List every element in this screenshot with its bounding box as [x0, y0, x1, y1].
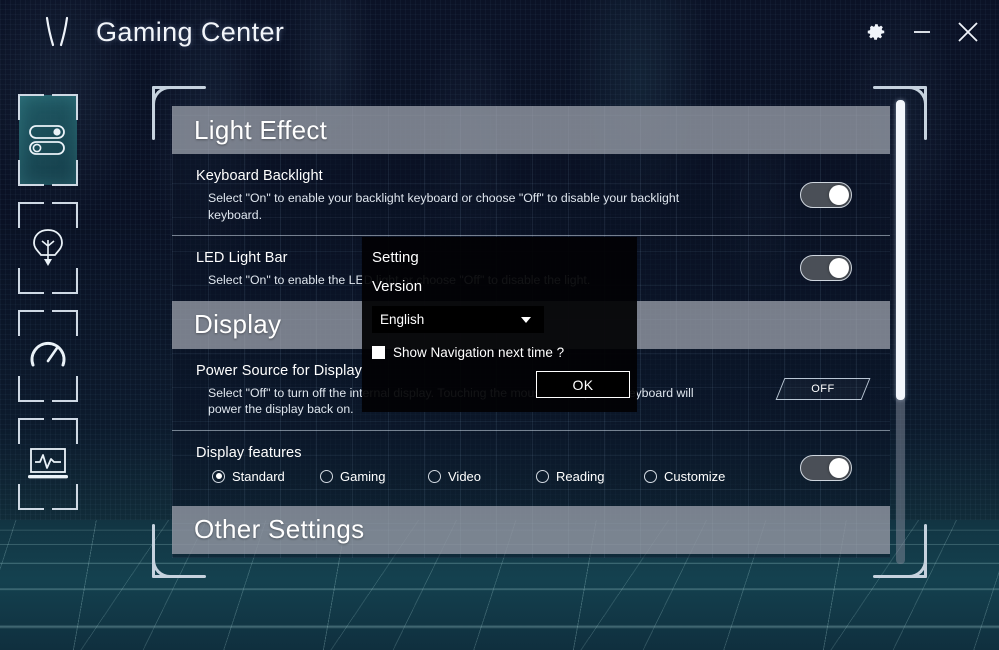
- gauge-icon: [27, 335, 69, 377]
- toggle-knob: [829, 258, 849, 279]
- row-display-features: Display features Standard Gaming Video R…: [172, 429, 890, 506]
- language-select[interactable]: English: [372, 306, 544, 333]
- bulb-icon: [29, 226, 67, 270]
- sidebar-item-monitor[interactable]: [14, 412, 82, 516]
- radio-option-reading[interactable]: Reading: [536, 469, 644, 484]
- toggles-icon: [27, 123, 69, 157]
- radio-button-icon: [428, 469, 441, 483]
- toggle-knob: [829, 184, 849, 205]
- ok-button-label: OK: [572, 376, 594, 393]
- radio-button-icon: [536, 469, 549, 483]
- radio-button-icon: [644, 469, 657, 483]
- radio-option-standard[interactable]: Standard: [212, 469, 320, 484]
- scrollbar-thumb[interactable]: [896, 100, 905, 400]
- radio-button-icon: [320, 469, 333, 483]
- display-features-toggle[interactable]: [800, 455, 852, 482]
- dialog-title: Setting: [372, 249, 419, 266]
- dialog-version-label: Version: [372, 278, 423, 295]
- radio-button-icon: [212, 469, 225, 483]
- radio-option-customize[interactable]: Customize: [644, 469, 752, 484]
- ok-button[interactable]: OK: [536, 371, 630, 398]
- page-title: Gaming Center: [96, 16, 285, 47]
- radio-label: Standard: [232, 468, 285, 484]
- language-select-value: English: [380, 312, 425, 327]
- toggle-knob: [829, 458, 849, 479]
- row-keyboard-backlight: Keyboard Backlight Select "On" to enable…: [172, 154, 890, 235]
- led-light-bar-toggle[interactable]: [800, 255, 852, 282]
- display-features-radio-group: Standard Gaming Video Reading Customize: [196, 461, 890, 494]
- sidebar: [14, 88, 90, 520]
- title-bar: Gaming Center: [0, 0, 999, 64]
- sidebar-item-settings[interactable]: [14, 88, 82, 192]
- close-icon[interactable]: [955, 19, 981, 45]
- section-title: Light Effect: [194, 114, 328, 145]
- row-label: Keyboard Backlight: [196, 168, 323, 184]
- sidebar-item-performance[interactable]: [14, 304, 82, 408]
- checkbox-label: Show Navigation next time ?: [393, 345, 565, 360]
- setting-dialog: Setting Version English Show Navigation …: [362, 237, 637, 412]
- window-controls: [863, 19, 981, 45]
- button-label: OFF: [811, 383, 835, 396]
- content-scrollbar[interactable]: [896, 100, 905, 564]
- minimize-icon[interactable]: [909, 19, 935, 45]
- radio-label: Gaming: [340, 468, 386, 484]
- power-source-off-button[interactable]: OFF: [775, 378, 871, 401]
- y-logo-icon: [38, 12, 78, 52]
- radio-label: Reading: [556, 468, 605, 484]
- monitor-pulse-icon: [26, 446, 70, 482]
- show-navigation-checkbox[interactable]: Show Navigation next time ?: [372, 345, 564, 360]
- checkbox-icon: [372, 346, 385, 359]
- radio-label: Customize: [664, 468, 726, 484]
- row-label: Display features: [196, 444, 302, 461]
- keyboard-backlight-toggle[interactable]: [800, 181, 852, 208]
- radio-label: Video: [448, 468, 482, 484]
- radio-option-gaming[interactable]: Gaming: [320, 469, 428, 484]
- radio-option-video[interactable]: Video: [428, 469, 536, 484]
- row-description: Select "On" to enable your backlight key…: [208, 191, 680, 222]
- section-title: Other Settings: [194, 514, 365, 545]
- gear-icon[interactable]: [863, 19, 889, 45]
- section-header-light-effect: Light Effect: [172, 106, 890, 154]
- chevron-down-icon: [521, 316, 531, 323]
- section-header-other-settings: Other Settings: [172, 505, 890, 554]
- section-title: Display: [194, 309, 282, 340]
- sidebar-item-lighting[interactable]: [14, 196, 82, 300]
